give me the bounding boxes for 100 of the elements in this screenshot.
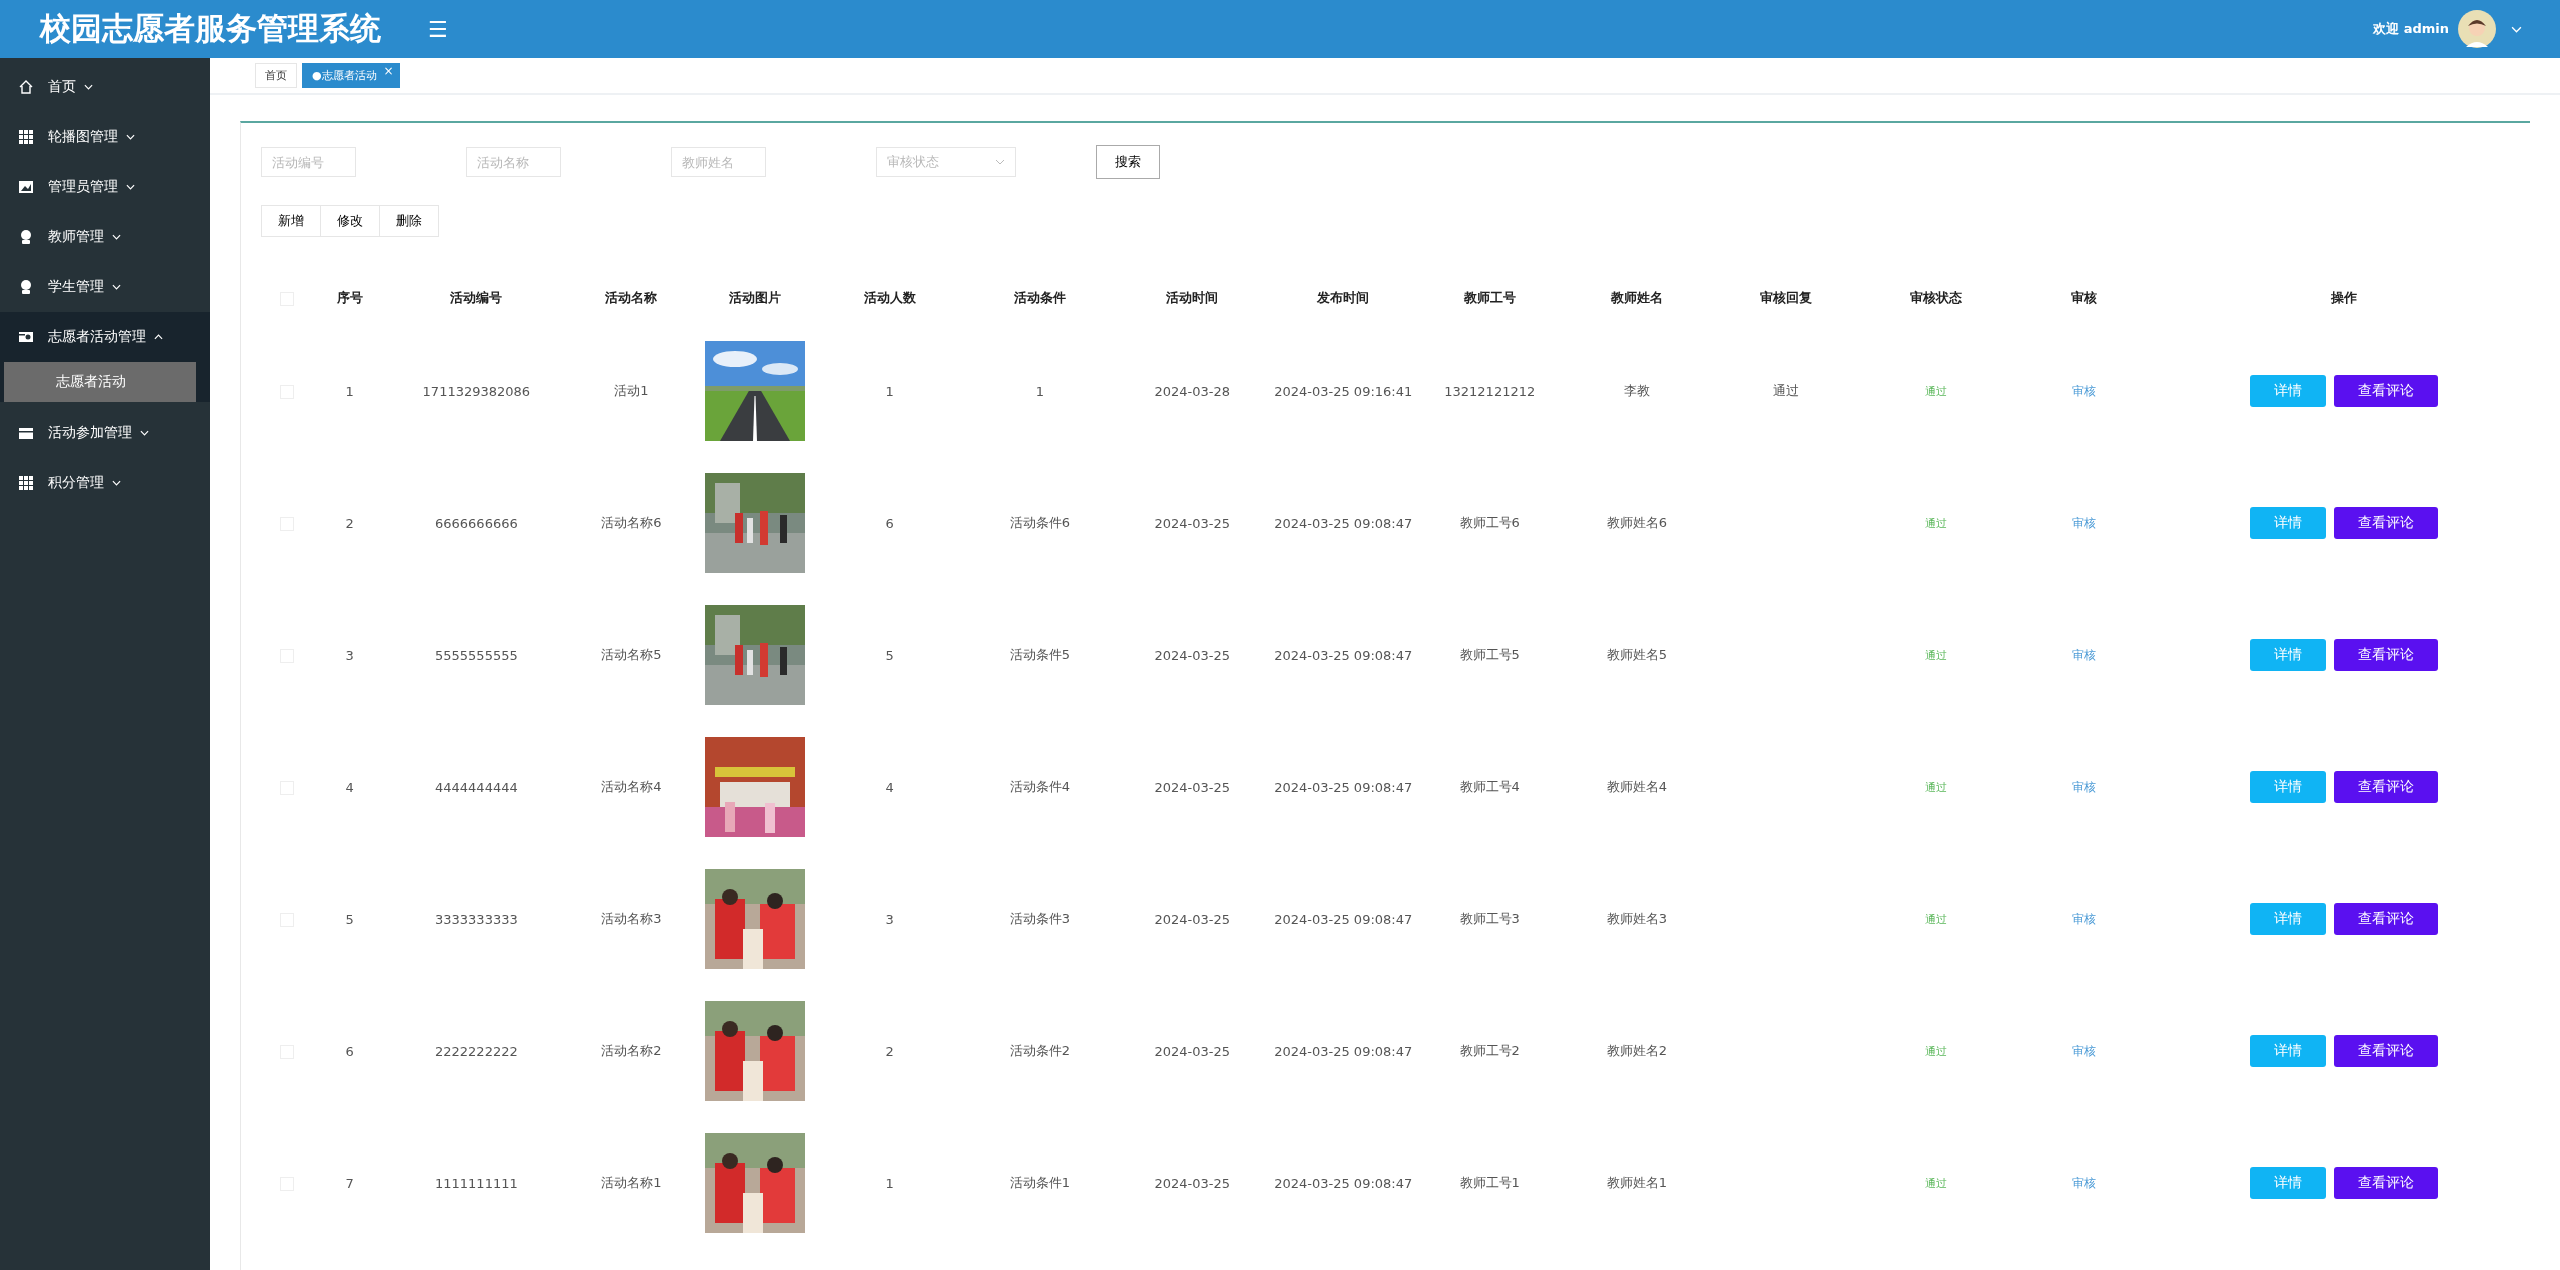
table-cell: 活动1	[614, 383, 649, 398]
status-text: 通过	[1925, 649, 1948, 662]
table-cell: 6666666666	[435, 515, 518, 531]
table-cell: 教师姓名2	[1606, 1043, 1667, 1058]
comments-button[interactable]: 查看评论	[2333, 639, 2438, 671]
table-cell: 2024-03-25 09:16:41	[1274, 383, 1413, 399]
table-cell: 活动名称3	[601, 911, 662, 926]
comments-button[interactable]: 查看评论	[2333, 1167, 2438, 1199]
column-header: 操作	[2330, 290, 2357, 305]
table-cell: 教师姓名5	[1606, 647, 1667, 662]
table-cell: 2	[345, 515, 354, 531]
status-text: 通过	[1925, 1045, 1948, 1058]
table-cell: 教师工号4	[1459, 779, 1520, 794]
comments-button[interactable]: 查看评论	[2333, 375, 2438, 407]
menu-toggle-button[interactable]: ☰	[428, 16, 448, 42]
table-cell: 教师姓名1	[1606, 1175, 1667, 1190]
column-header: 活动条件	[1013, 290, 1066, 305]
page-tab[interactable]: 首页	[255, 63, 297, 88]
sidebar-menu-item[interactable]: 首页	[0, 62, 210, 112]
search-button[interactable]: 搜索	[1096, 145, 1160, 179]
search-field[interactable]: 活动名称	[466, 147, 561, 177]
chevron-down-icon	[84, 84, 93, 90]
close-icon[interactable]: ×	[383, 64, 394, 78]
table-cell: 活动名称6	[601, 515, 662, 530]
sidebar-menu-item[interactable]: 轮播图管理	[0, 112, 210, 162]
column-header: 审核状态	[1910, 290, 1963, 305]
toolbar-button[interactable]: 新增	[261, 205, 321, 237]
table-cell: 5	[885, 647, 894, 663]
table-cell: 4444444444	[435, 779, 518, 795]
page-tab[interactable]: ●志愿者活动 ×	[302, 63, 400, 88]
column-header: 活动编号	[450, 290, 503, 305]
table-cell: 1	[1035, 383, 1044, 399]
column-header: 活动图片	[729, 290, 782, 305]
column-header: 教师姓名	[1610, 290, 1663, 305]
status-text: 通过	[1925, 1177, 1948, 1190]
sidebar-menu-item[interactable]: 活动参加管理	[0, 408, 210, 458]
table-cell: 3333333333	[435, 911, 518, 927]
table-cell: 3	[885, 911, 894, 927]
avatar-icon[interactable]	[2457, 9, 2497, 49]
sidebar-menu-item[interactable]: 教师管理	[0, 212, 210, 262]
card-icon	[18, 329, 34, 345]
table-cell: 1	[345, 383, 354, 399]
search-field[interactable]: 教师姓名	[671, 147, 766, 177]
chevron-down-icon	[140, 430, 149, 436]
table-cell: 活动条件4	[1009, 779, 1070, 794]
person-icon	[18, 279, 34, 295]
sidebar-submenu-item[interactable]: 志愿者活动	[4, 362, 196, 402]
welcome-text: 欢迎 admin	[2373, 20, 2449, 38]
column-header: 审核回复	[1760, 290, 1813, 305]
table-cell: 活动名称5	[601, 647, 662, 662]
status-text: 通过	[1925, 385, 1948, 398]
table-cell: 2024-03-25 09:08:47	[1274, 911, 1413, 927]
table-cell: 5	[345, 911, 354, 927]
table-cell: 2024-03-25	[1154, 911, 1231, 927]
sidebar-menu-item[interactable]: 学生管理	[0, 262, 210, 312]
table-cell: 李教	[1623, 383, 1650, 398]
image-icon	[18, 179, 34, 195]
table-cell: 活动条件3	[1009, 911, 1070, 926]
comments-button[interactable]: 查看评论	[2333, 903, 2438, 935]
table-cell: 教师姓名6	[1606, 515, 1667, 530]
table-cell: 2024-03-25	[1154, 647, 1231, 663]
table-cell: 活动名称2	[601, 1043, 662, 1058]
sidebar-menu-item[interactable]: 管理员管理	[0, 162, 210, 212]
chevron-down-icon	[126, 184, 135, 190]
toolbar-button[interactable]: 修改	[320, 205, 380, 237]
column-header: 发布时间	[1317, 290, 1370, 305]
comments-button[interactable]: 查看评论	[2333, 1035, 2438, 1067]
column-header: 审核	[2070, 290, 2097, 305]
grid-icon	[18, 129, 34, 145]
table-cell: 教师工号6	[1459, 515, 1520, 530]
sidebar-menu-item[interactable]: 积分管理	[0, 458, 210, 508]
comments-button[interactable]: 查看评论	[2333, 507, 2438, 539]
toolbar-button[interactable]: 删除	[379, 205, 439, 237]
table-cell: 教师姓名4	[1606, 779, 1667, 794]
table-cell: 2	[885, 1043, 894, 1059]
search-field[interactable]: 活动编号	[261, 147, 356, 177]
comments-button[interactable]: 查看评论	[2333, 771, 2438, 803]
table-cell: 2024-03-25	[1154, 779, 1231, 795]
table-cell: 活动条件2	[1009, 1043, 1070, 1058]
table-cell: 活动条件1	[1009, 1175, 1070, 1190]
chevron-down-icon	[112, 234, 121, 240]
sidebar-menu-item[interactable]: 志愿者活动管理	[0, 312, 210, 362]
table-cell: 5555555555	[435, 647, 518, 663]
person-icon	[18, 229, 34, 245]
chevron-down-icon	[112, 480, 121, 486]
table-cell: 教师工号3	[1459, 911, 1520, 926]
table-cell: 13212121212	[1444, 383, 1536, 399]
table-cell: 1111111111	[435, 1175, 518, 1191]
column-header: 序号	[336, 290, 363, 305]
column-header: 教师工号	[1463, 290, 1516, 305]
chevron-down-icon	[126, 134, 135, 140]
card-icon	[18, 425, 34, 441]
chevron-down-icon[interactable]	[2511, 25, 2522, 33]
home-icon	[18, 79, 34, 95]
table-cell: 教师姓名3	[1606, 911, 1667, 926]
table-cell: 活动名称1	[601, 1175, 662, 1190]
table-cell: 1	[885, 383, 894, 399]
table-cell: 教师工号5	[1459, 647, 1520, 662]
table-cell: 1711329382086	[422, 383, 531, 399]
column-header: 活动时间	[1166, 290, 1219, 305]
